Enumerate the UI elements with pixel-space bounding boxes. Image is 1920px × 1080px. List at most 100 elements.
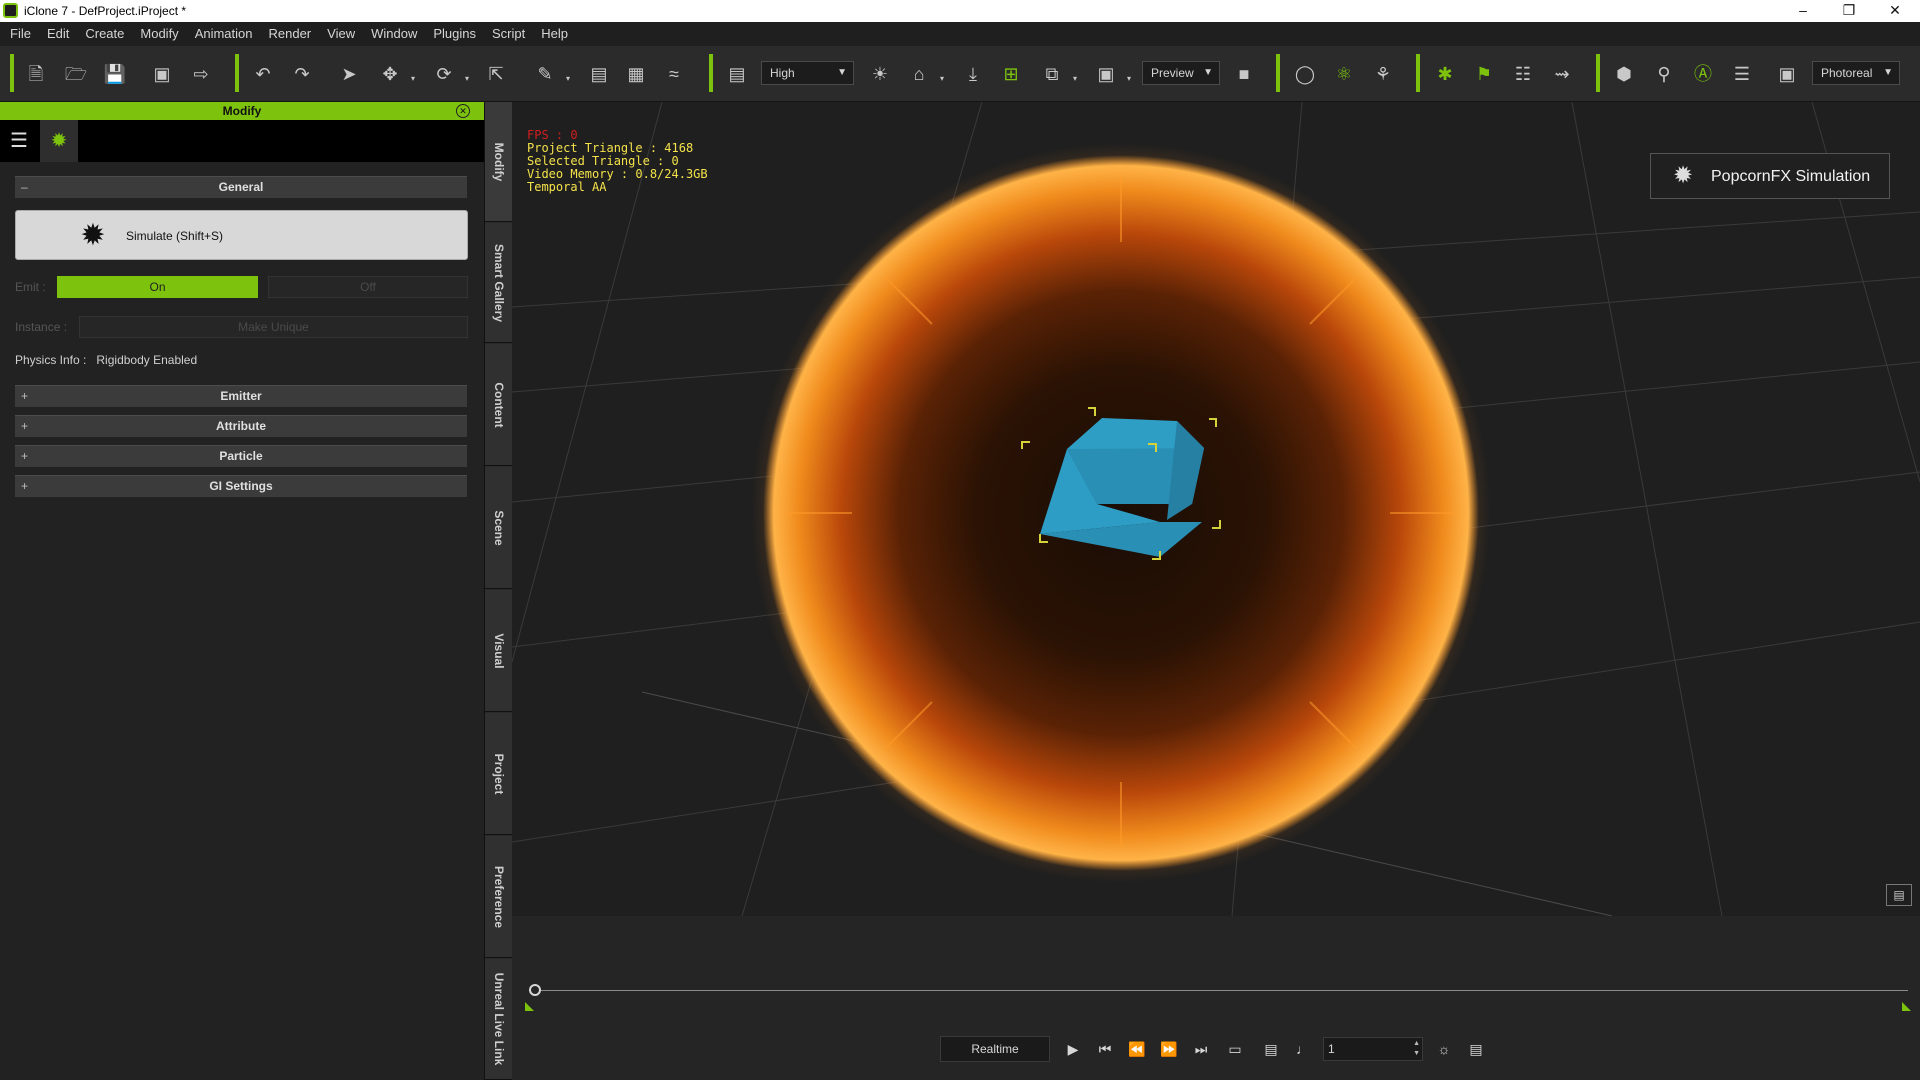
timeline-track[interactable] <box>534 990 1908 991</box>
emit-off-button[interactable]: Off <box>268 276 468 298</box>
minimize-button[interactable]: – <box>1781 0 1825 22</box>
cube-export-icon[interactable]: ⬢ <box>1610 60 1638 88</box>
scale-icon[interactable]: ⇱ <box>482 60 510 88</box>
tab-preference[interactable]: Preference <box>485 836 513 958</box>
redo-icon[interactable]: ↷ <box>288 60 316 88</box>
timeline-panel-icon[interactable]: ▤ <box>1463 1036 1489 1062</box>
path-icon[interactable]: ⇝ <box>1548 60 1576 88</box>
face-puppet-icon[interactable]: ⚘ <box>1369 60 1397 88</box>
quality-panel-icon[interactable]: ▤ <box>723 60 751 88</box>
menu-script[interactable]: Script <box>484 22 533 46</box>
move-dropdown-caret[interactable]: ▾ <box>411 74 415 83</box>
open-folder-icon[interactable]: 🗁 <box>62 60 90 88</box>
menu-help[interactable]: Help <box>533 22 576 46</box>
video-camera-icon[interactable]: ■ <box>1230 60 1258 88</box>
emit-on-button[interactable]: On <box>57 276 258 298</box>
zoom-extent-icon[interactable]: ▣ <box>1092 60 1120 88</box>
select-cursor-icon[interactable]: ➤ <box>335 60 363 88</box>
camera-frame-icon[interactable]: ⧉ <box>1038 60 1066 88</box>
play-icon[interactable]: ▶ <box>1060 1036 1086 1062</box>
snap-dropdown-caret[interactable]: ▾ <box>566 74 570 83</box>
tab-unreal-live-link[interactable]: Unreal Live Link <box>485 959 513 1080</box>
3d-viewport[interactable]: FPS : 0 Project Triangle : 4168 Selected… <box>512 102 1920 916</box>
chat-icon[interactable]: ▤ <box>1886 884 1912 906</box>
frame-spinner-icon[interactable]: ▲ ▼ <box>1413 1039 1420 1059</box>
rotate-dropdown-caret[interactable]: ▾ <box>465 74 469 83</box>
rotate-icon[interactable]: ⟳ <box>430 60 458 88</box>
save-icon[interactable]: 💾 <box>101 60 129 88</box>
make-unique-button[interactable]: Make Unique <box>79 316 468 338</box>
render-mode-dropdown[interactable]: Photoreal ▼ <box>1812 61 1900 85</box>
timeline-end-marker[interactable] <box>1902 1002 1911 1011</box>
center-view-icon[interactable]: ⊞ <box>997 60 1025 88</box>
viewport-stats: FPS : 0 Project Triangle : 4168 Selected… <box>527 129 708 194</box>
motion-capture-icon[interactable]: ✱ <box>1431 60 1459 88</box>
menu-window[interactable]: Window <box>363 22 425 46</box>
home-dropdown-caret[interactable]: ▾ <box>940 74 944 83</box>
tab-modify[interactable]: Modify <box>485 102 513 222</box>
emitter-section-header[interactable]: + Emitter <box>15 385 467 407</box>
wireframe-icon[interactable]: ≈ <box>660 60 688 88</box>
restore-button[interactable]: ❐ <box>1827 0 1871 22</box>
snap-icon[interactable]: ✎ <box>531 60 559 88</box>
home-icon[interactable]: ⌂ <box>905 60 933 88</box>
timeline-settings-gear-icon[interactable]: ☼ <box>1431 1036 1457 1062</box>
general-section-header[interactable]: – General <box>15 176 467 198</box>
tab-project[interactable]: Project <box>485 713 513 835</box>
next-frame-icon[interactable]: ⏩ <box>1156 1036 1182 1062</box>
toolbar-separator <box>10 54 14 92</box>
drop-to-floor-icon[interactable]: ⤓ <box>959 60 987 88</box>
align-icon[interactable]: ▤ <box>585 60 613 88</box>
go-to-start-icon[interactable]: ⏮ <box>1092 1036 1118 1062</box>
camera-frame-dropdown-caret[interactable]: ▾ <box>1073 74 1077 83</box>
music-note-icon[interactable]: ♩ <box>1290 1036 1316 1062</box>
menu-animation[interactable]: Animation <box>187 22 261 46</box>
menu-render[interactable]: Render <box>261 22 320 46</box>
previous-frame-icon[interactable]: ⏪ <box>1124 1036 1150 1062</box>
attribute-section-header[interactable]: + Attribute <box>15 415 467 437</box>
menu-create[interactable]: Create <box>77 22 132 46</box>
tab-content[interactable]: Content <box>485 344 513 466</box>
character-pose-icon[interactable]: ◯ <box>1291 60 1319 88</box>
undo-icon[interactable]: ↶ <box>249 60 277 88</box>
move-icon[interactable]: ✥ <box>376 60 404 88</box>
tab-visual[interactable]: Visual <box>485 590 513 712</box>
particle-section-header[interactable]: + Particle <box>15 445 467 467</box>
close-panel-icon[interactable]: ✕ <box>456 104 470 118</box>
popcornfx-tab-icon[interactable]: ✹ <box>40 120 78 162</box>
current-frame-field[interactable]: 1 ▲ ▼ <box>1323 1037 1423 1061</box>
close-window-button[interactable]: ✕ <box>1873 0 1917 22</box>
menu-edit[interactable]: Edit <box>39 22 77 46</box>
export-icon[interactable]: ▣ <box>148 60 176 88</box>
subtitle-icon[interactable]: ▤ <box>1258 1036 1284 1062</box>
new-file-icon[interactable]: 🗎 <box>22 60 50 88</box>
menu-file[interactable]: File <box>2 22 39 46</box>
distribute-icon[interactable]: ▦ <box>622 60 650 88</box>
auto-icon[interactable]: Ⓐ <box>1689 60 1717 88</box>
exit-icon[interactable]: ⇨ <box>187 60 215 88</box>
render-window-icon[interactable]: ▣ <box>1773 60 1801 88</box>
gi-settings-section-header[interactable]: + GI Settings <box>15 475 467 497</box>
popcornfx-simulation-badge: ✹ PopcornFX Simulation <box>1650 153 1890 199</box>
timeline-start-marker[interactable] <box>525 1002 534 1011</box>
motion-puppet-icon[interactable]: ⚛ <box>1330 60 1358 88</box>
timeline-playhead[interactable] <box>529 984 541 996</box>
search-person-icon[interactable]: ⚲ <box>1650 60 1678 88</box>
light-icon[interactable]: ☀ <box>866 60 894 88</box>
realtime-button[interactable]: Realtime <box>940 1036 1050 1062</box>
loop-icon[interactable]: ▭ <box>1222 1036 1248 1062</box>
menu-modify[interactable]: Modify <box>132 22 186 46</box>
simulate-button[interactable]: ✹ Simulate (Shift+S) <box>15 210 468 260</box>
tab-smart-gallery[interactable]: Smart Gallery <box>485 223 513 343</box>
preview-dropdown[interactable]: Preview ▼ <box>1142 61 1220 85</box>
tab-scene[interactable]: Scene <box>485 467 513 589</box>
go-to-end-icon[interactable]: ⏭ <box>1188 1036 1214 1062</box>
settings-sliders-icon[interactable]: ☰ <box>1728 60 1756 88</box>
zoom-extent-dropdown-caret[interactable]: ▾ <box>1127 74 1131 83</box>
menu-plugins[interactable]: Plugins <box>425 22 484 46</box>
menu-view[interactable]: View <box>319 22 363 46</box>
flag-icon[interactable]: ⚑ <box>1470 60 1498 88</box>
clipboard-icon[interactable]: ☷ <box>1509 60 1537 88</box>
quality-dropdown[interactable]: High ▼ <box>761 61 854 85</box>
properties-tab-icon[interactable]: ☰ <box>0 120 38 162</box>
